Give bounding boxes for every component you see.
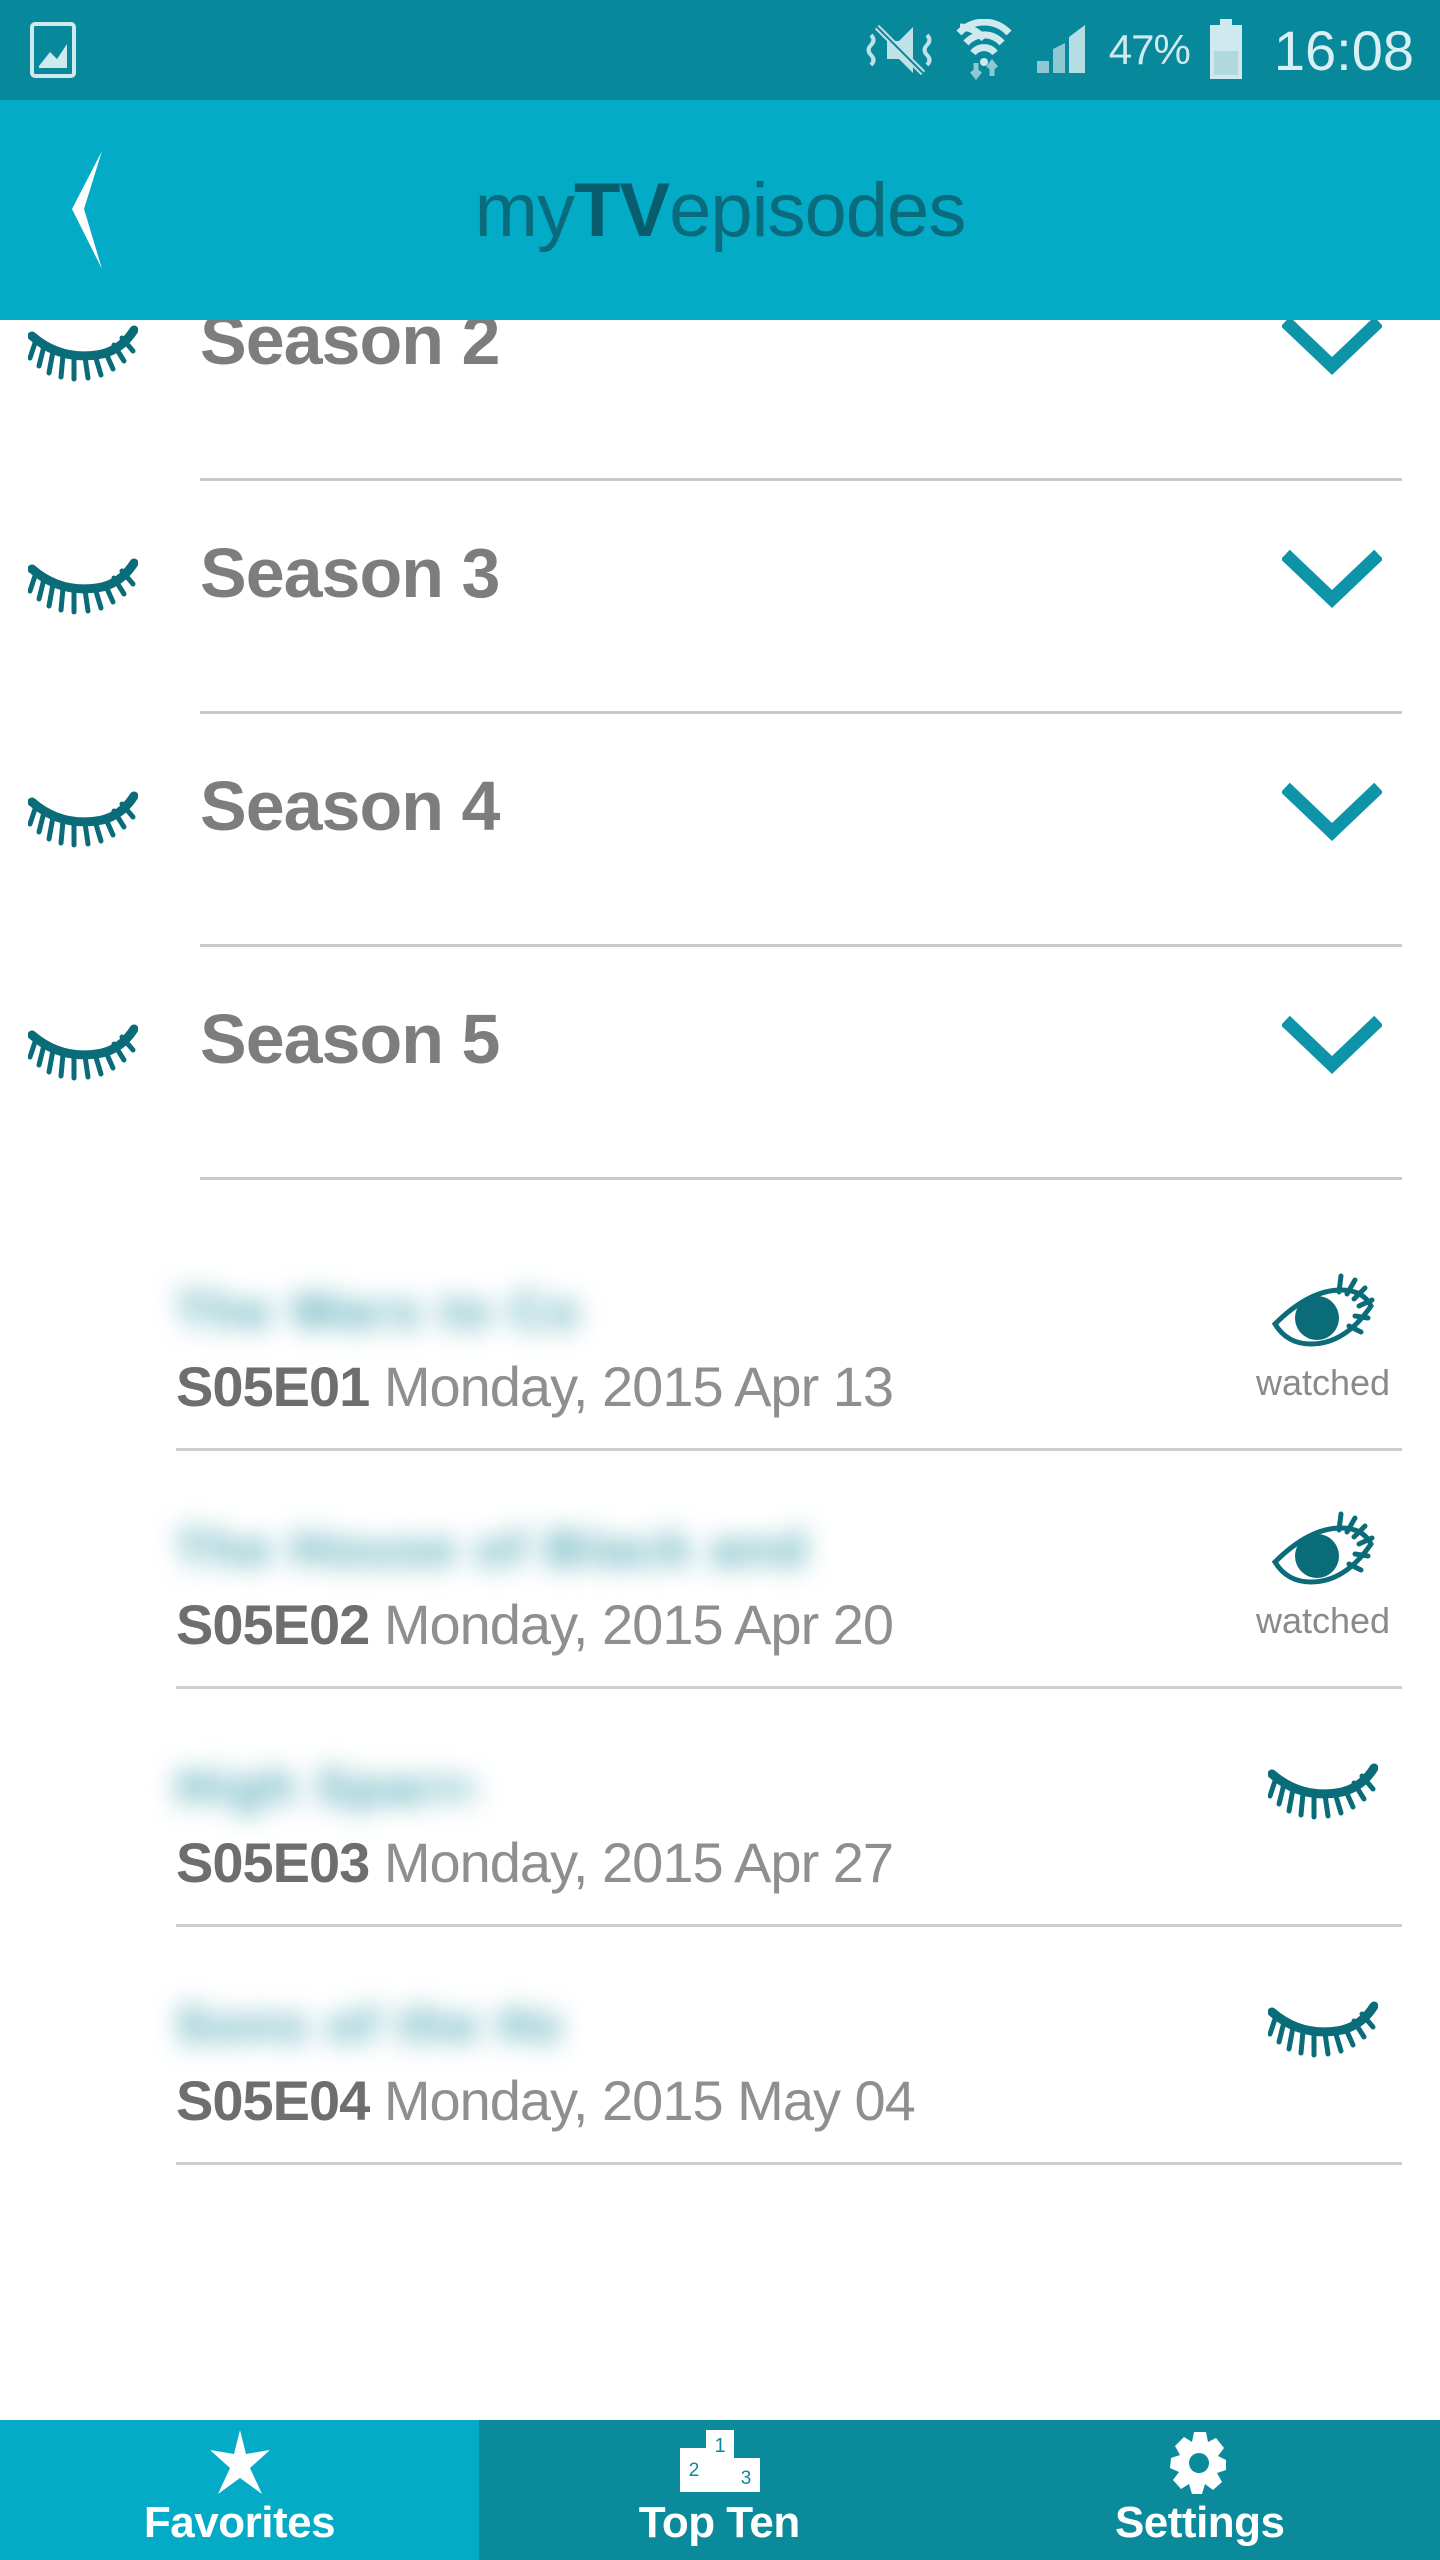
episode-watch-toggle[interactable]: [1228, 1986, 1418, 2076]
season-row[interactable]: Season 4: [0, 762, 1440, 995]
episode-code: S05E04: [176, 2069, 384, 2132]
season-label: Season 5: [200, 1000, 500, 1078]
season-episode-list[interactable]: Season 2 Season 3 Season 4 Season 5 The …: [0, 320, 1440, 2420]
episode-meta: S05E04 Monday, 2015 May 04: [176, 2068, 916, 2133]
episode-row[interactable]: Sons of the Harpy S05E04 Monday, 2015 Ma…: [0, 1986, 1440, 2165]
bottom-navigation: Favorites 1 2 3 Top Ten Settings: [0, 2420, 1440, 2560]
season-row[interactable]: Season 2: [0, 320, 1440, 529]
divider: [176, 1686, 1402, 1689]
season-row[interactable]: Season 3: [0, 529, 1440, 762]
episode-title: Sons of the Harpy: [176, 1997, 558, 2053]
divider: [200, 1177, 1402, 1180]
podium-icon: 1 2 3: [674, 2430, 764, 2494]
mute-vibrate-icon: [861, 21, 935, 79]
battery-percent: 47%: [1108, 26, 1191, 73]
svg-text:3: 3: [741, 2468, 752, 2489]
chevron-down-icon[interactable]: [1280, 780, 1384, 844]
back-button[interactable]: [0, 100, 170, 320]
episode-code: S05E03: [176, 1831, 384, 1894]
image-icon: [30, 22, 76, 78]
eye-closed-icon[interactable]: [27, 320, 139, 388]
eye-closed-icon[interactable]: [1268, 1986, 1378, 2072]
signal-icon: [1033, 21, 1091, 79]
page-title: myTVepisodes: [170, 167, 1440, 254]
status-bar: 47% 16:08: [0, 0, 1440, 100]
tab-favorites[interactable]: Favorites: [0, 2420, 479, 2560]
battery-icon: [1208, 19, 1244, 81]
app-header: myTVepisodes: [0, 100, 1440, 320]
episode-date: Monday, 2015 Apr 20: [383, 1593, 894, 1656]
episode-date: Monday, 2015 May 04: [383, 2069, 916, 2132]
episode-row[interactable]: The Wars to Come S05E01 Monday, 2015 Apr…: [0, 1272, 1440, 1451]
episode-code: S05E01: [176, 1355, 384, 1418]
divider: [176, 1448, 1402, 1451]
chevron-down-icon[interactable]: [1280, 547, 1384, 611]
eye-open-icon[interactable]: [1269, 1510, 1377, 1596]
divider: [200, 478, 1402, 481]
status-bar-right: 47% 16:08: [861, 18, 1414, 83]
eye-closed-icon[interactable]: [27, 784, 139, 854]
episode-date: Monday, 2015 Apr 13: [383, 1355, 894, 1418]
tab-label: Favorites: [143, 2498, 336, 2547]
watch-status-label: watched: [1255, 1600, 1391, 1641]
watch-status-label: watched: [1255, 1362, 1391, 1403]
tab-top-ten[interactable]: 1 2 3 Top Ten: [479, 2420, 960, 2560]
episode-meta: S05E03 Monday, 2015 Apr 27: [176, 1830, 894, 1895]
eye-closed-icon[interactable]: [27, 1017, 139, 1087]
episode-title: The Wars to Come: [176, 1283, 576, 1339]
tab-label: Top Ten: [638, 2498, 801, 2547]
season-label: Season 4: [200, 767, 500, 845]
gear-icon: [1168, 2432, 1232, 2494]
season-label: Season 2: [200, 320, 500, 379]
svg-text:2: 2: [689, 2460, 700, 2481]
episode-code: S05E02: [176, 1593, 384, 1656]
episode-watch-toggle[interactable]: [1228, 1748, 1418, 1838]
episode-meta: S05E02 Monday, 2015 Apr 20: [176, 1592, 894, 1657]
episode-title: The House of Black and White: [176, 1521, 824, 1577]
eye-closed-icon[interactable]: [27, 551, 139, 621]
status-bar-left: [30, 22, 76, 78]
episode-watch-toggle[interactable]: watched: [1228, 1510, 1418, 1642]
star-icon: [204, 2430, 276, 2494]
title-bold: TV: [573, 167, 670, 253]
eye-closed-icon[interactable]: [1268, 1748, 1378, 1834]
svg-text:1: 1: [715, 2435, 726, 2457]
episode-row[interactable]: The House of Black and White S05E02 Mond…: [0, 1510, 1440, 1689]
season-label: Season 3: [200, 534, 500, 612]
eye-open-icon[interactable]: [1269, 1272, 1377, 1358]
episode-title: High Sparrow: [176, 1759, 472, 1815]
chevron-down-icon[interactable]: [1280, 1013, 1384, 1077]
title-suffix: episodes: [669, 167, 966, 253]
divider: [200, 711, 1402, 714]
title-prefix: my: [474, 167, 575, 253]
tab-settings[interactable]: Settings: [959, 2420, 1440, 2560]
episode-row[interactable]: High Sparrow S05E03 Monday, 2015 Apr 27: [0, 1748, 1440, 1927]
tab-label: Settings: [1114, 2498, 1285, 2547]
divider: [176, 1924, 1402, 1927]
episode-watch-toggle[interactable]: watched: [1228, 1272, 1418, 1404]
wifi-icon: [953, 19, 1015, 81]
episode-meta: S05E01 Monday, 2015 Apr 13: [176, 1354, 894, 1419]
divider: [200, 944, 1402, 947]
divider: [176, 2162, 1402, 2165]
chevron-down-icon[interactable]: [1280, 320, 1384, 378]
clock: 16:08: [1273, 18, 1414, 82]
season-row[interactable]: Season 5: [0, 995, 1440, 1228]
episode-date: Monday, 2015 Apr 27: [383, 1831, 894, 1894]
